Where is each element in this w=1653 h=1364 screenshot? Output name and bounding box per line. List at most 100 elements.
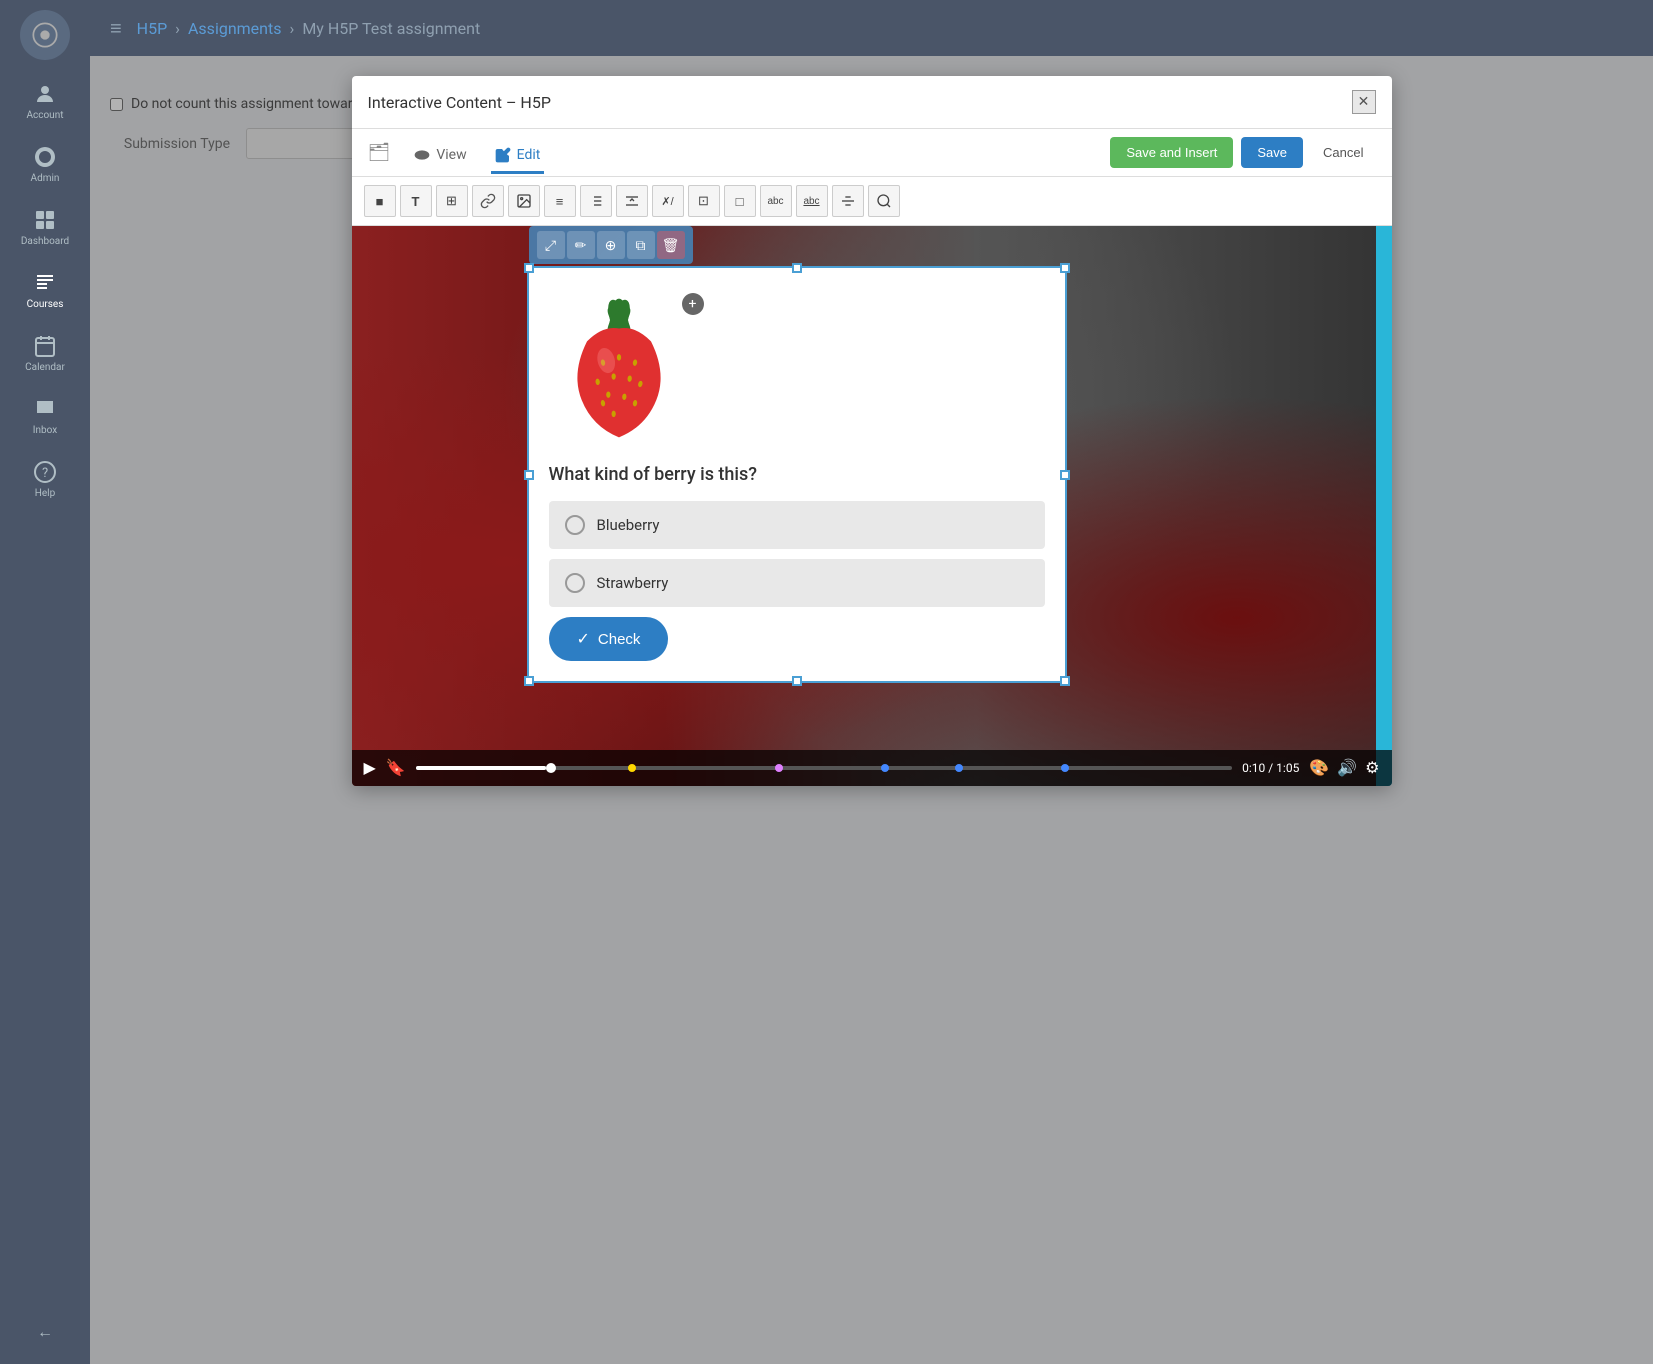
check-icon: ✓ (577, 629, 590, 649)
handle-top-middle[interactable] (792, 263, 802, 273)
handle-middle-left[interactable] (524, 470, 534, 480)
toolbar-indent-btn[interactable] (616, 185, 648, 217)
sidebar-item-admin[interactable]: Admin (0, 133, 90, 196)
sidebar: Account Admin Dashboard Courses Calendar… (0, 0, 90, 1364)
menu-icon[interactable]: ≡ (110, 16, 122, 41)
tab-edit[interactable]: Edit (491, 139, 545, 174)
volume-button[interactable]: 🔊 (1337, 758, 1357, 778)
toolbar-abc-underline-btn[interactable]: abc (796, 185, 828, 217)
sidebar-account-label: Account (26, 110, 63, 121)
sidebar-admin-label: Admin (31, 173, 60, 184)
sidebar-inbox-label: Inbox (33, 425, 57, 436)
sidebar-calendar-label: Calendar (25, 362, 65, 373)
sidebar-item-dashboard[interactable]: Dashboard (0, 196, 90, 259)
cancel-button[interactable]: Cancel (1311, 137, 1375, 168)
topbar: ≡ H5P › Assignments › My H5P Test assign… (90, 0, 1653, 56)
quiz-question: What kind of berry is this? (549, 464, 1045, 485)
page-content: Interactive Content – H5P ✕ 🗂 View Edit (90, 56, 1653, 1364)
edit-icon (495, 147, 511, 163)
video-time: 0:10 / 1:05 (1242, 761, 1299, 775)
option-blueberry-label: Blueberry (597, 516, 660, 534)
breadcrumb-assignments[interactable]: Assignments (188, 19, 282, 38)
toolbar-text-btn[interactable]: T (400, 185, 432, 217)
marker-2 (775, 764, 783, 772)
handle-top-right[interactable] (1060, 263, 1070, 273)
quiz-option-blueberry[interactable]: Blueberry (549, 501, 1045, 549)
check-button[interactable]: ✓ Check (549, 617, 669, 661)
handle-middle-right[interactable] (1060, 470, 1070, 480)
toolbar-code-btn[interactable]: ✗/ (652, 185, 684, 217)
modal-close-button[interactable]: ✕ (1352, 90, 1376, 114)
toolbar-list-btn[interactable]: ≡ (544, 185, 576, 217)
sidebar-bottom: ← (37, 1310, 53, 1354)
toolbar-strikethrough-btn[interactable] (832, 185, 864, 217)
cyan-sidebar-bar (1376, 226, 1392, 786)
main-area: ≡ H5P › Assignments › My H5P Test assign… (90, 0, 1653, 1364)
tab-view-label: View (436, 147, 466, 163)
progress-thumb[interactable] (546, 763, 556, 773)
editor-canvas: ⤢ ✏ ⊕ ⧉ 🗑 (352, 226, 1392, 786)
handle-bottom-left[interactable] (524, 676, 534, 686)
float-copy-btn[interactable]: ⧉ (627, 231, 655, 259)
toolbar-embed-btn[interactable]: ⊡ (688, 185, 720, 217)
svg-text:?: ? (42, 466, 48, 481)
palette-button[interactable]: 🎨 (1309, 758, 1329, 778)
float-add-btn[interactable]: ⊕ (597, 231, 625, 259)
float-actions-toolbar: ⤢ ✏ ⊕ ⧉ 🗑 (529, 226, 693, 264)
sidebar-logo (20, 10, 70, 60)
check-btn-label: Check (598, 631, 641, 648)
sidebar-item-help[interactable]: ? Help (0, 448, 90, 511)
marker-5 (1061, 764, 1069, 772)
marker-3 (881, 764, 889, 772)
option-strawberry-label: Strawberry (597, 574, 669, 592)
float-expand-btn[interactable]: ⤢ (537, 231, 565, 259)
plus-badge[interactable]: + (682, 293, 704, 315)
close-icon: ✕ (1358, 94, 1370, 110)
folder-icon[interactable]: 🗂 (368, 142, 391, 171)
modal-overlay: Interactive Content – H5P ✕ 🗂 View Edit (90, 56, 1653, 1364)
modal: Interactive Content – H5P ✕ 🗂 View Edit (352, 76, 1392, 786)
sidebar-item-calendar[interactable]: Calendar (0, 322, 90, 385)
handle-bottom-right[interactable] (1060, 676, 1070, 686)
breadcrumb-h5p[interactable]: H5P (137, 19, 168, 38)
handle-top-left[interactable] (524, 263, 534, 273)
handle-bottom-middle[interactable] (792, 676, 802, 686)
video-background: ⤢ ✏ ⊕ ⧉ 🗑 (352, 226, 1392, 786)
toolbar-image-btn[interactable] (508, 185, 540, 217)
collapse-icon: ← (37, 1322, 53, 1342)
toolbar-minus-btn[interactable]: ■ (364, 185, 396, 217)
save-button[interactable]: Save (1241, 137, 1303, 168)
float-edit-btn[interactable]: ✏ (567, 231, 595, 259)
toolbar-table-btn[interactable]: ⊞ (436, 185, 468, 217)
toolbar-search-btn[interactable] (868, 185, 900, 217)
progress-fill (416, 766, 547, 770)
sidebar-item-inbox[interactable]: Inbox (0, 385, 90, 448)
bookmark-button[interactable]: 🔖 (386, 758, 406, 778)
save-insert-button[interactable]: Save and Insert (1110, 137, 1233, 168)
toolbar-ordered-list-btn[interactable] (580, 185, 612, 217)
sidebar-courses-label: Courses (27, 299, 64, 310)
progress-bar[interactable] (416, 766, 1232, 770)
strawberry-image: + (549, 288, 709, 448)
radio-strawberry[interactable] (565, 573, 585, 593)
modal-title: Interactive Content – H5P (368, 93, 551, 112)
settings-button[interactable]: ⚙ (1365, 758, 1379, 778)
sidebar-collapse-button[interactable]: ← (37, 1310, 53, 1354)
sidebar-dashboard-label: Dashboard (21, 236, 69, 247)
radio-blueberry[interactable] (565, 515, 585, 535)
toolbar-media-btn[interactable]: □ (724, 185, 756, 217)
sidebar-item-account[interactable]: Account (0, 70, 90, 133)
toolbar-link-btn[interactable] (472, 185, 504, 217)
sidebar-help-label: Help (35, 488, 55, 499)
tab-view[interactable]: View (410, 139, 470, 174)
play-button[interactable]: ▶ (364, 758, 376, 778)
quiz-option-strawberry[interactable]: Strawberry (549, 559, 1045, 607)
tab-edit-label: Edit (517, 147, 541, 163)
modal-tabs: 🗂 View Edit Save and Insert Save Cancel (352, 129, 1392, 177)
float-delete-btn[interactable]: 🗑 (657, 231, 685, 259)
sidebar-item-courses[interactable]: Courses (0, 259, 90, 322)
quiz-content: + (529, 268, 1065, 681)
toolbar-abc-btn[interactable]: abc (760, 185, 792, 217)
video-controls: ▶ 🔖 0 (352, 750, 1392, 786)
content-box[interactable]: ⤢ ✏ ⊕ ⧉ 🗑 (527, 266, 1067, 683)
